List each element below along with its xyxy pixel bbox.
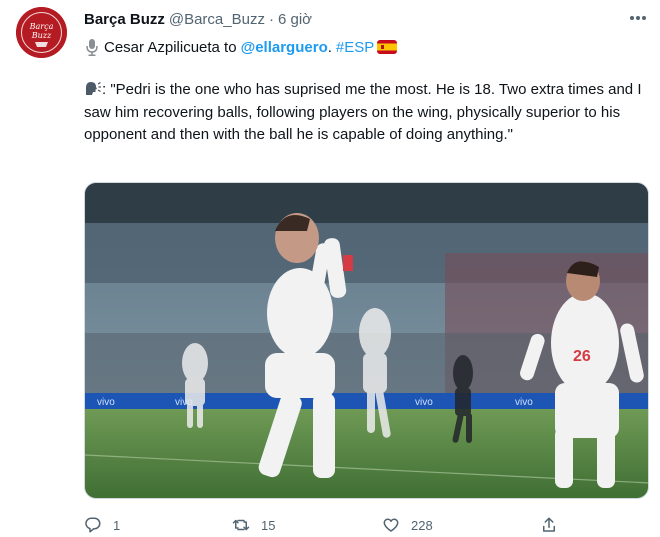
mention-link[interactable]: @ellarguero [241, 39, 328, 56]
reply-count: 1 [113, 517, 121, 533]
reply-icon [85, 517, 101, 533]
tweet-header: Barça Buzz @Barca_Buzz · 6 giờ [84, 8, 312, 30]
tweet-quote: : "Pedri is the one who has suprised me … [84, 79, 644, 147]
svg-text:Barça: Barça [29, 22, 54, 31]
share-button[interactable] [540, 513, 569, 537]
retweet-icon [232, 519, 250, 531]
svg-text:vivo: vivo [415, 397, 433, 408]
spain-flag-icon [377, 40, 398, 54]
avatar[interactable]: Barça Buzz [16, 7, 67, 58]
like-count: 228 [411, 517, 433, 533]
more-icon[interactable] [626, 8, 650, 28]
like-icon [383, 518, 399, 532]
tweet-actions: 1 15 228 [84, 513, 584, 537]
intro-text: Cesar Azpilicueta to [104, 38, 237, 56]
barca-buzz-logo: Barça Buzz [16, 7, 67, 58]
tweet-timestamp[interactable]: 6 giờ [278, 11, 312, 28]
speaking-head-icon [86, 81, 101, 95]
tweet-photo[interactable]: vivo vivo vivo vivo 26 [84, 182, 649, 499]
football-celebration-image: vivo vivo vivo vivo 26 [85, 183, 648, 498]
quote-text: "Pedri is the one who has suprised me th… [84, 81, 642, 143]
author-name[interactable]: Barça Buzz [84, 11, 165, 28]
tweet-card[interactable]: Barça Buzz Barça Buzz @Barca_Buzz · 6 gi… [0, 0, 660, 537]
quote-separator: : [102, 81, 107, 98]
tweet-intro-line: Cesar Azpilicueta to @ellarguero . #ESP [84, 35, 398, 59]
svg-text:vivo: vivo [515, 397, 533, 408]
share-icon [543, 517, 555, 532]
like-button[interactable]: 228 [382, 513, 433, 537]
microphone-icon [86, 39, 98, 56]
retweet-count: 15 [261, 517, 276, 533]
header-separator: · [268, 10, 274, 28]
reply-button[interactable]: 1 [84, 513, 120, 537]
svg-text:Buzz: Buzz [31, 31, 52, 40]
svg-text:26: 26 [573, 348, 591, 365]
author-handle[interactable]: @Barca_Buzz [169, 11, 265, 28]
hashtag-link[interactable]: #ESP [336, 39, 374, 56]
intro-period: . [327, 38, 332, 56]
svg-text:vivo: vivo [97, 397, 115, 408]
retweet-button[interactable]: 15 [232, 513, 275, 537]
